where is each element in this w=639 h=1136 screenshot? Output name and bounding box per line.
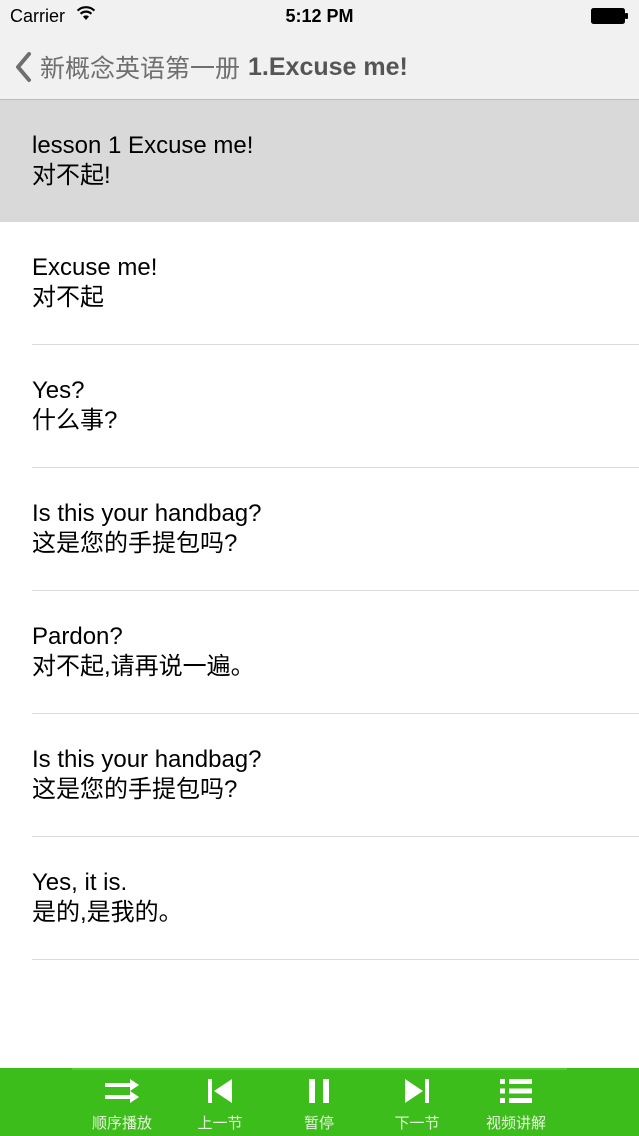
tab-label: 视频讲解 [485,1115,546,1132]
chevron-left-icon [16,52,31,82]
page-title: 1.Excuse me! [248,52,408,81]
pause-button[interactable]: 暂停 [270,1068,368,1136]
sentence-chinese: 对不起 [32,284,104,311]
list-item[interactable]: Is this your handbag? 这是您的手提包吗? [0,468,639,591]
row-divider [32,959,639,960]
back-label: 新概念英语第一册 [40,55,241,83]
list-item[interactable]: Pardon? 对不起,请再说一遍。 [0,591,639,714]
sentence-english: Pardon? [32,623,123,650]
battery-icon [591,8,629,29]
sentence-english: lesson 1 Excuse me! [32,132,254,159]
video-lecture-button[interactable]: 视频讲解 [467,1068,565,1136]
list-item[interactable]: Yes? 什么事? [0,345,639,468]
list-item[interactable]: Is this your handbag? 这是您的手提包吗? [0,714,639,837]
list-icon [500,1079,532,1103]
tab-label: 顺序播放 [91,1115,152,1132]
status-bar: Carrier 5:12 PM [0,0,639,32]
previous-icon [208,1079,232,1103]
back-button[interactable]: 新概念英语第一册 1.Excuse me! [14,50,408,84]
player-toolbar: 顺序播放 上一节 暂停 下一节 视频讲解 [0,1068,639,1136]
tab-label: 上一节 [197,1115,243,1132]
sentence-list: lesson 1 Excuse me! 对不起! Excuse me! 对不起 … [0,100,639,960]
next-icon [405,1079,429,1103]
pause-icon [309,1079,329,1103]
sentence-chinese: 这是您的手提包吗? [32,776,238,803]
sentence-chinese: 是的,是我的。 [32,899,183,926]
sentence-english: Is this your handbag? [32,500,262,527]
sentence-chinese: 对不起,请再说一遍。 [32,653,255,680]
sentence-chinese: 什么事? [32,407,118,434]
sentence-english: Is this your handbag? [32,746,262,773]
sentence-english: Yes? [32,377,85,404]
sequential-play-button[interactable]: 顺序播放 [73,1068,171,1136]
tab-label: 下一节 [394,1115,440,1132]
previous-button[interactable]: 上一节 [171,1068,269,1136]
sentence-chinese: 对不起! [32,162,111,189]
sequential-play-icon [105,1079,139,1103]
sentence-chinese: 这是您的手提包吗? [32,530,238,557]
list-item[interactable]: Excuse me! 对不起 [0,222,639,345]
sentence-english: Excuse me! [32,254,158,281]
list-item[interactable]: lesson 1 Excuse me! 对不起! [0,100,639,222]
list-item[interactable]: Yes, it is. 是的,是我的。 [0,837,639,960]
next-button[interactable]: 下一节 [368,1068,466,1136]
tab-label: 暂停 [303,1115,334,1132]
status-time: 5:12 PM [285,6,354,26]
sentence-english: Yes, it is. [32,869,128,896]
navigation-bar: 新概念英语第一册 1.Excuse me! [0,32,639,100]
